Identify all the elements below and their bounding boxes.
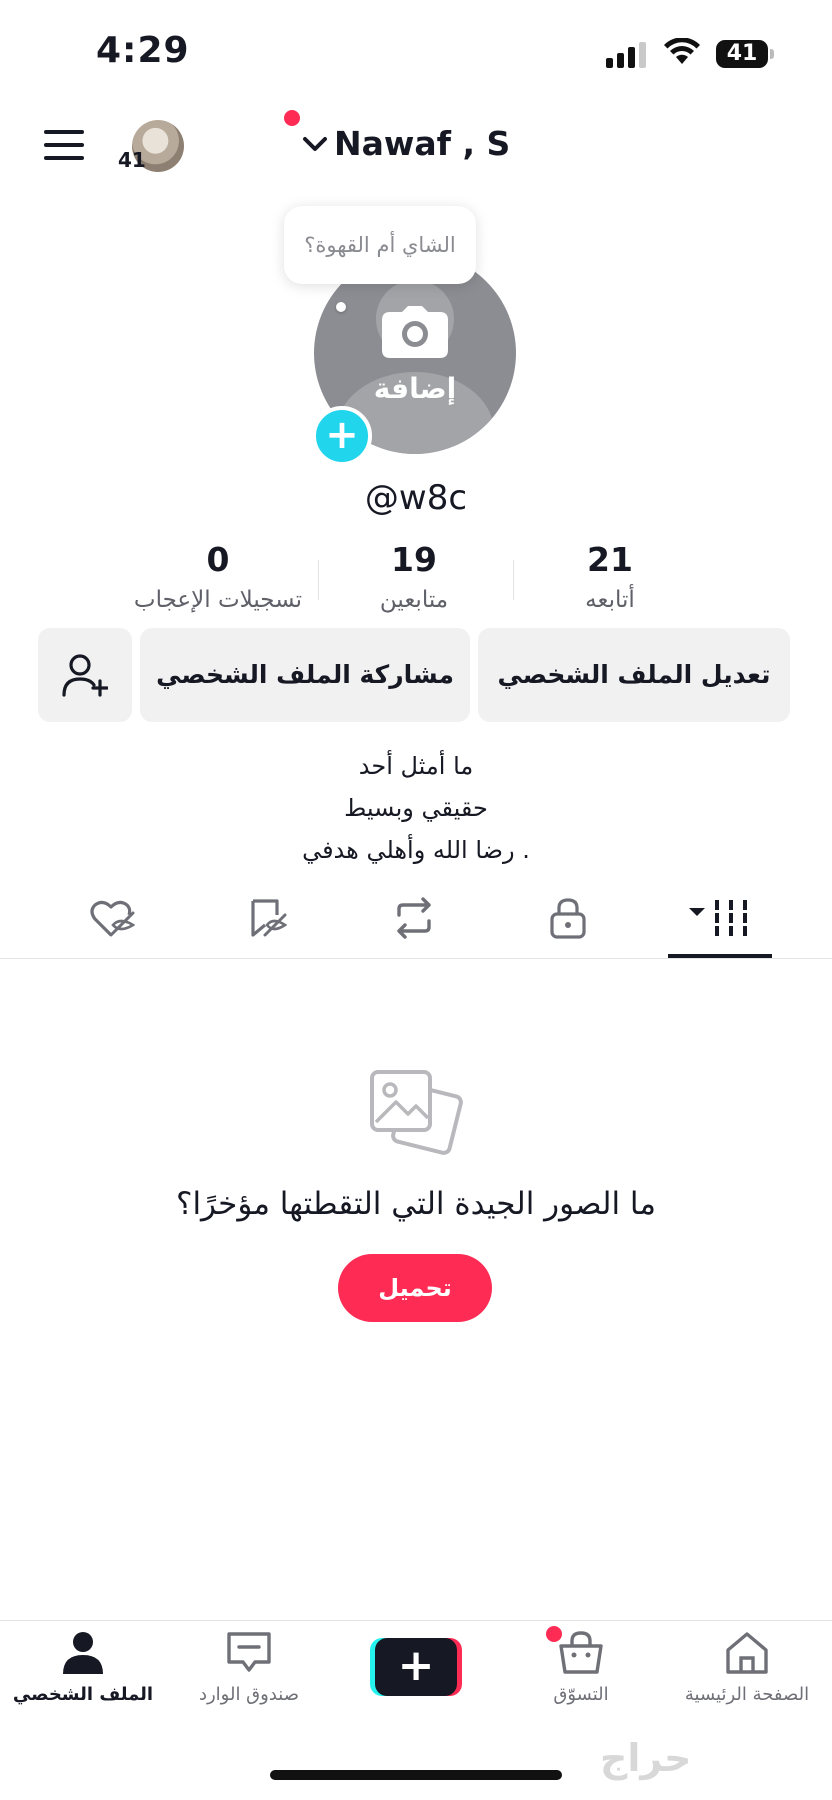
create-button[interactable]: + [370, 1638, 462, 1696]
watermark-logo: حراج [600, 1736, 692, 1780]
tab-videos[interactable] [670, 890, 770, 946]
share-profile-button[interactable]: مشاركة الملف الشخصي [140, 628, 470, 722]
account-switcher[interactable]: Nawaf , S [302, 124, 510, 163]
followers-label: متابعين [379, 587, 449, 613]
notification-dot [284, 110, 300, 126]
bio-line: ما أمثل أحد [358, 752, 474, 780]
bookmark-hidden-icon [251, 899, 287, 937]
likes-count: 0 [206, 540, 230, 579]
bottom-nav-divider [0, 1620, 832, 1621]
nav-profile[interactable]: الملف الشخصي [0, 1630, 166, 1705]
nav-shop[interactable]: التسوّق [498, 1630, 664, 1705]
following-label: أتابعه [585, 587, 635, 613]
home-icon [726, 1632, 768, 1674]
lock-icon [550, 898, 586, 939]
home-indicator[interactable] [270, 1770, 562, 1780]
repost-icon [397, 897, 431, 939]
stat-divider [318, 560, 319, 600]
following-count: 21 [587, 540, 633, 579]
tab-liked[interactable] [62, 890, 162, 946]
nav-inbox[interactable]: صندوق الوارد [166, 1630, 332, 1705]
profile-person-icon [63, 1632, 103, 1674]
likes-stat[interactable]: 0 تسجيلات الإعجاب [118, 540, 318, 613]
liked-hidden-icon [90, 900, 135, 937]
nav-profile-label: الملف الشخصي [12, 1684, 154, 1705]
tab-private[interactable] [518, 890, 618, 946]
bio-line: حقيقي وبسيط [344, 794, 488, 822]
camera-icon [382, 306, 448, 358]
following-stat[interactable]: 21 أتابعه [510, 540, 710, 613]
followers-stat[interactable]: 19 متابعين [314, 540, 514, 613]
upload-button[interactable]: تحميل [338, 1254, 492, 1322]
status-time: 4:29 [96, 30, 190, 71]
avatar-badge-count: 41 [118, 148, 146, 172]
add-user-icon [62, 654, 109, 697]
videos-grid-icon [689, 900, 747, 936]
battery-tip [770, 49, 774, 59]
plus-icon: + [375, 1638, 457, 1696]
empty-state-message: ما الصور الجيدة التي التقطتها مؤخرًا؟ [175, 1186, 656, 1222]
menu-button[interactable] [44, 128, 84, 162]
tab-saved[interactable] [216, 890, 316, 946]
note-bubble-tail [336, 302, 346, 312]
inbox-icon [227, 1632, 271, 1672]
nav-shop-label: التسوّق [553, 1684, 609, 1705]
add-photo-label: إضافة [373, 372, 457, 405]
nav-home[interactable]: الصفحة الرئيسية [664, 1630, 830, 1705]
shop-notification-dot [546, 1626, 562, 1642]
wifi-icon [664, 38, 700, 64]
note-bubble[interactable]: الشاي أم القهوة؟ [284, 206, 476, 284]
followers-count: 19 [391, 540, 437, 579]
tab-reposts[interactable] [364, 890, 464, 946]
likes-label: تسجيلات الإعجاب [133, 587, 303, 613]
nav-home-label: الصفحة الرئيسية [684, 1684, 810, 1705]
cellular-signal-icon [606, 42, 646, 68]
nav-inbox-label: صندوق الوارد [198, 1684, 300, 1705]
shopping-bag-icon [559, 1631, 603, 1674]
edit-profile-button[interactable]: تعديل الملف الشخصي [478, 628, 790, 722]
tabs-divider [0, 958, 832, 959]
profile-handle: @w8c [364, 478, 468, 518]
bio-line: رضا الله وأهلي هدفي . [302, 836, 530, 864]
add-photo-plus-icon[interactable]: + [312, 406, 372, 466]
battery-indicator: 41 [716, 40, 768, 68]
username-label: Nawaf , S [334, 124, 511, 163]
photos-icon [370, 1070, 463, 1155]
chevron-down-icon [303, 136, 327, 151]
add-friend-button[interactable] [38, 628, 132, 722]
